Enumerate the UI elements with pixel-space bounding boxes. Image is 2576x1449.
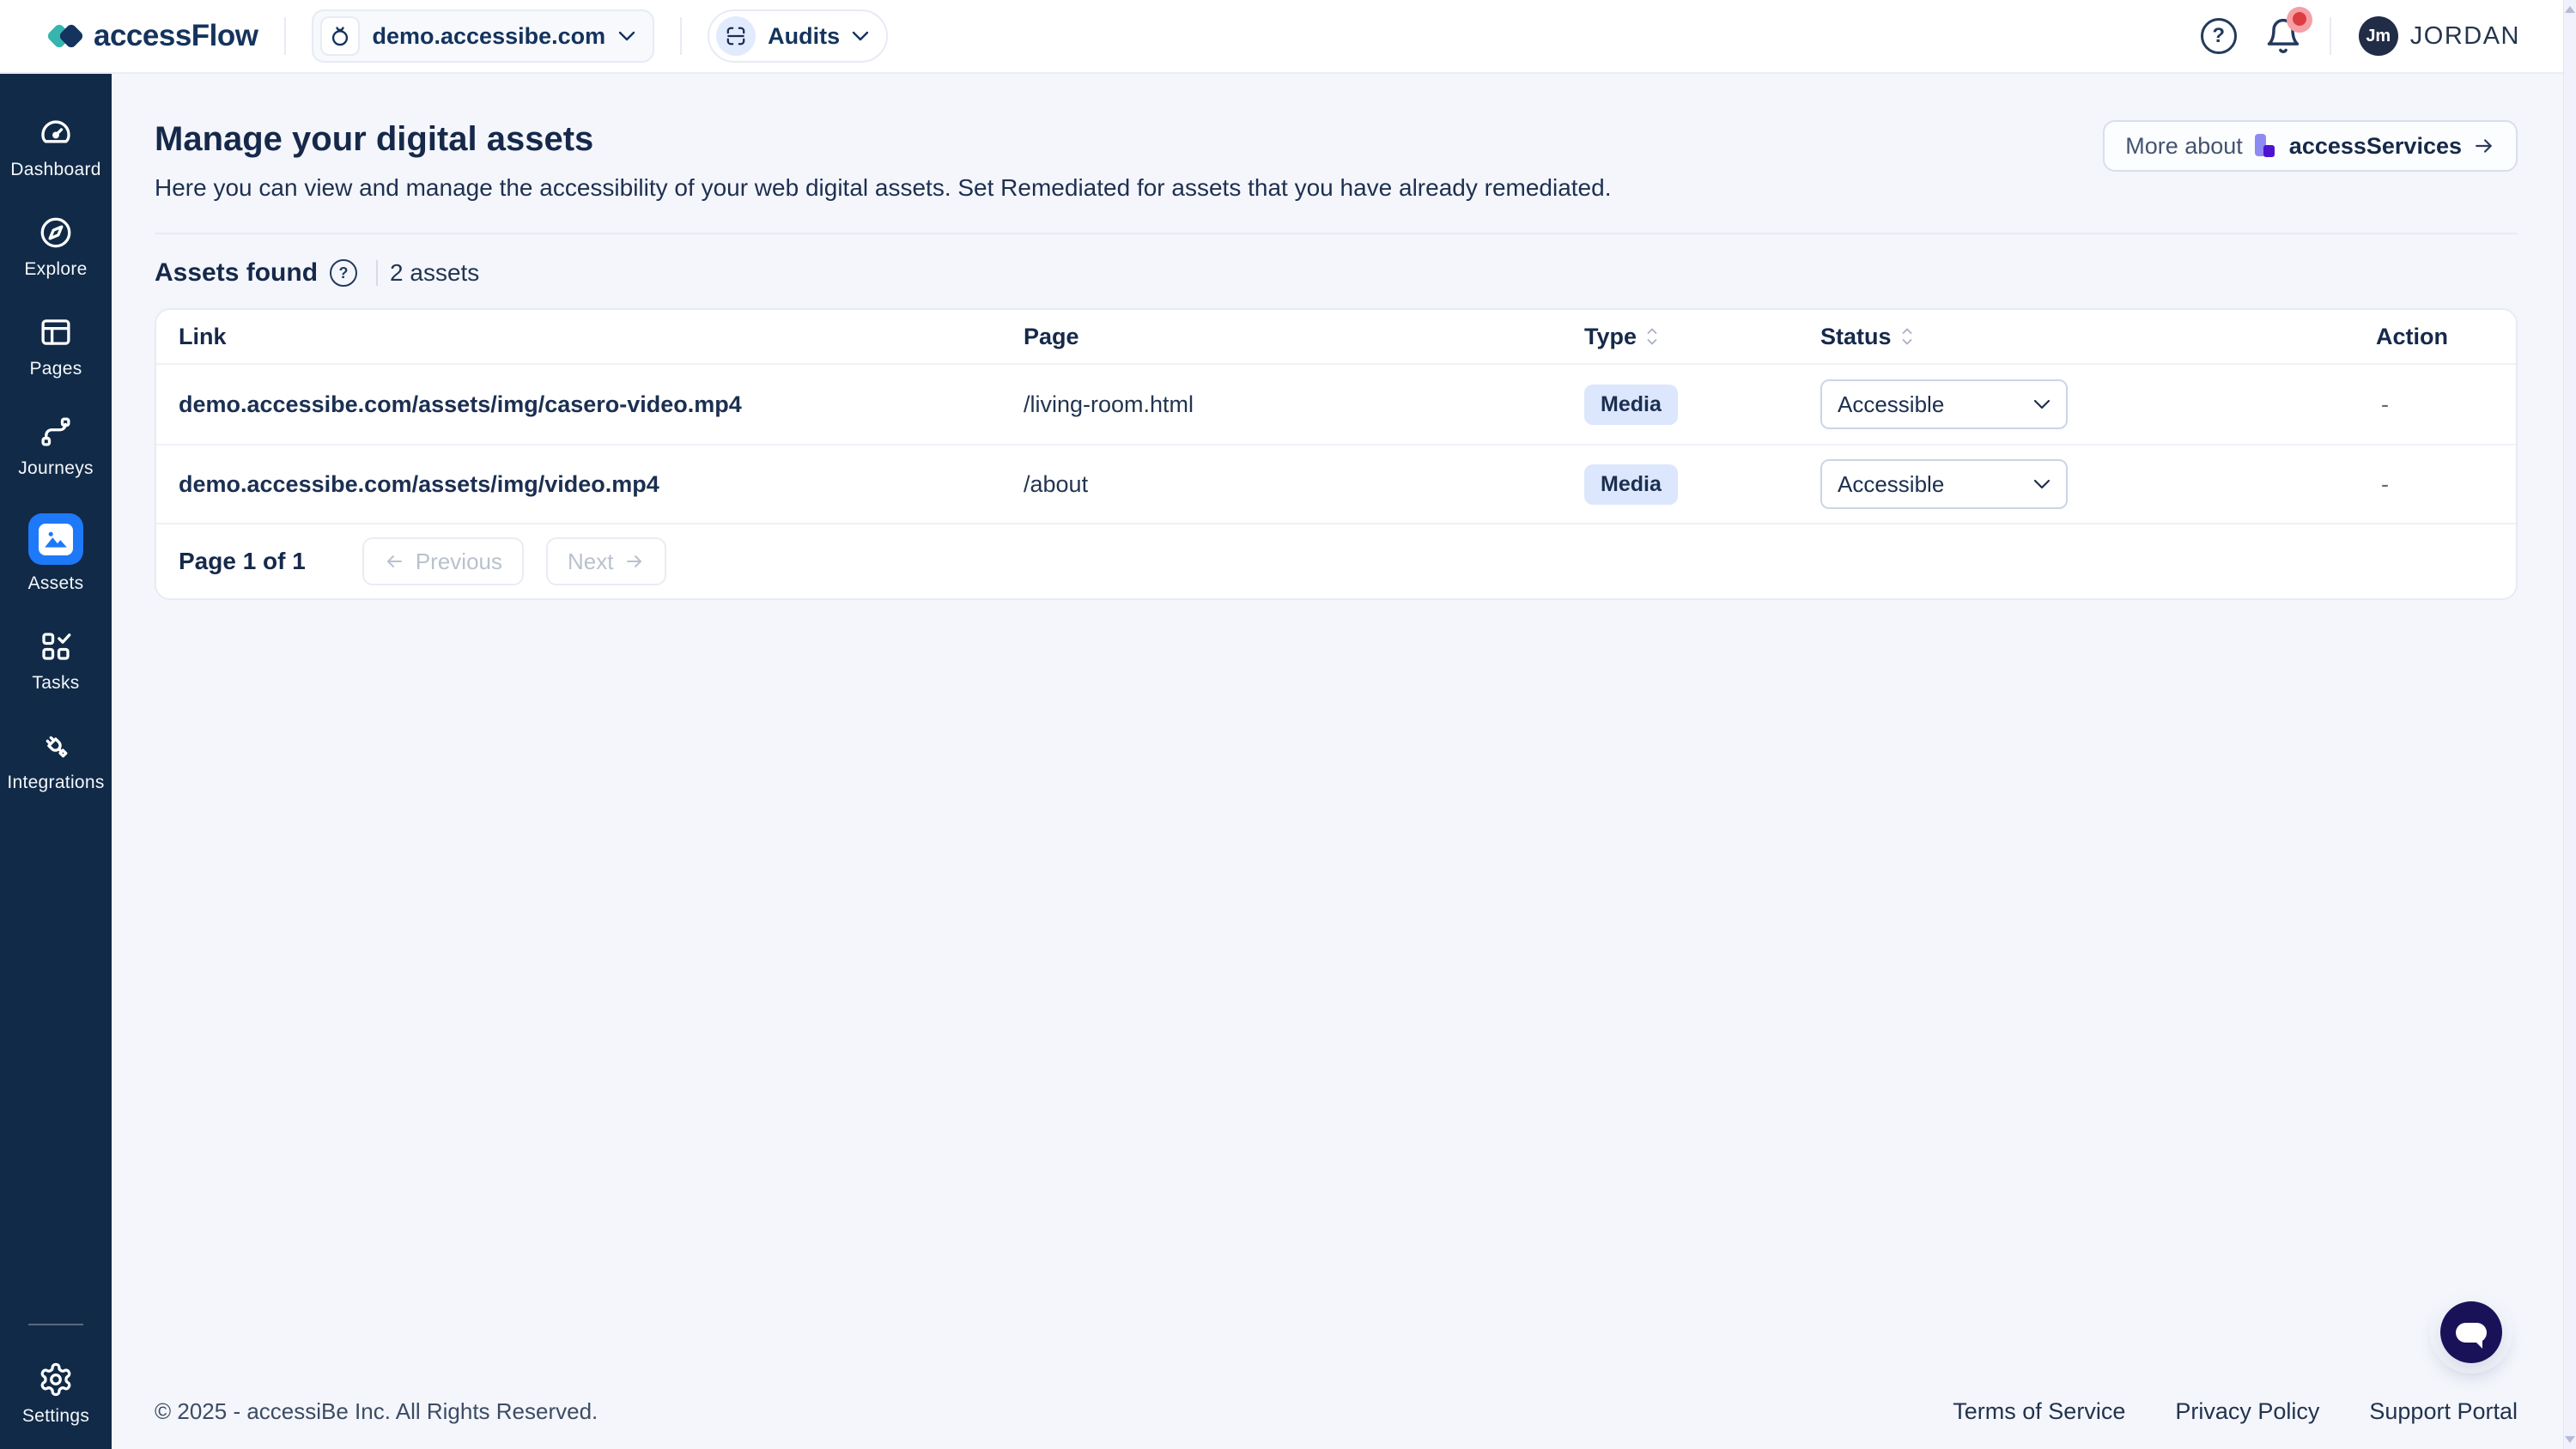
assets-icon: [28, 513, 83, 565]
tasks-icon: [38, 628, 74, 664]
column-header-type[interactable]: Type: [1584, 324, 1820, 350]
audits-scan-icon: [716, 16, 756, 56]
section-divider: [155, 233, 2518, 234]
user-name: JORDAN: [2410, 22, 2520, 51]
sidebar-item-pages[interactable]: Pages: [0, 314, 112, 379]
previous-page-button[interactable]: Previous: [362, 537, 524, 585]
sidebar-item-dashboard[interactable]: Dashboard: [0, 115, 112, 180]
scrollbar-down-arrow[interactable]: [2565, 1436, 2575, 1443]
sidebar: Dashboard Explore Pages: [0, 74, 112, 1449]
accessservices-logo-icon: [2254, 133, 2278, 159]
sidebar-item-settings[interactable]: Settings: [0, 1361, 112, 1427]
results-separator: [376, 260, 378, 286]
help-icon[interactable]: ?: [2201, 18, 2237, 54]
chevron-down-icon: [2033, 399, 2050, 409]
assets-table: Link Page Type Status Action demo.access…: [155, 308, 2518, 600]
main-content: Manage your digital assets Here you can …: [112, 74, 2563, 1449]
assets-found-help-icon[interactable]: ?: [330, 259, 357, 287]
more-about-brand: accessServices: [2289, 133, 2462, 160]
sort-icon: [1900, 326, 1914, 347]
site-selector-value: demo.accessibe.com: [373, 23, 606, 50]
chevron-down-icon: [618, 31, 635, 41]
table-row: demo.accessibe.com/assets/img/video.mp4 …: [156, 444, 2516, 523]
explore-icon: [38, 215, 74, 251]
type-badge: Media: [1584, 385, 1678, 425]
action-cell: -: [2376, 391, 2494, 418]
stopwatch-icon: [320, 16, 360, 56]
header-separator-3: [2330, 17, 2331, 55]
next-page-button[interactable]: Next: [546, 537, 666, 585]
assets-found-label: Assets found: [155, 258, 318, 288]
header-separator-2: [680, 17, 682, 55]
gear-icon: [38, 1361, 74, 1397]
sidebar-item-tasks[interactable]: Tasks: [0, 628, 112, 694]
sidebar-item-journeys[interactable]: Journeys: [0, 414, 112, 479]
journeys-icon: [38, 414, 74, 450]
footer-link-terms[interactable]: Terms of Service: [1953, 1398, 2125, 1425]
integrations-icon: [38, 728, 74, 764]
column-header-action: Action: [2376, 324, 2494, 350]
pagination: Page 1 of 1 Previous Next: [156, 523, 2516, 598]
notification-dot: [2293, 12, 2306, 26]
user-menu[interactable]: Jm JORDAN: [2359, 16, 2520, 56]
column-header-page: Page: [1024, 324, 1584, 350]
sidebar-item-explore[interactable]: Explore: [0, 215, 112, 280]
section-selector-value: Audits: [768, 23, 840, 50]
column-header-status[interactable]: Status: [1820, 324, 2376, 350]
dashboard-icon: [38, 115, 74, 151]
chat-bubble-icon: [2456, 1323, 2487, 1343]
more-about-accessservices-button[interactable]: More about accessServices: [2103, 120, 2518, 172]
table-row: demo.accessibe.com/assets/img/casero-vid…: [156, 365, 2516, 444]
arrow-left-icon: [384, 553, 404, 570]
scrollbar-up-arrow[interactable]: [2565, 6, 2575, 13]
pages-icon: [38, 314, 74, 350]
logo-mark-icon: [48, 20, 82, 52]
site-selector[interactable]: demo.accessibe.com: [312, 9, 655, 63]
chevron-down-icon: [852, 31, 869, 41]
app-logo[interactable]: accessFlow: [48, 19, 258, 53]
avatar: Jm: [2359, 16, 2398, 56]
app-header: accessFlow demo.accessibe.com Audits: [0, 0, 2563, 74]
type-badge: Media: [1584, 464, 1678, 505]
action-cell: -: [2376, 471, 2494, 498]
column-header-link: Link: [179, 324, 1024, 350]
arrow-right-icon: [624, 553, 645, 570]
status-select[interactable]: Accessible: [1820, 379, 2068, 429]
sort-icon: [1645, 326, 1659, 347]
footer-link-privacy[interactable]: Privacy Policy: [2175, 1398, 2319, 1425]
window-scrollbar[interactable]: [2563, 0, 2576, 1449]
page-description: Here you can view and manage the accessi…: [155, 174, 1611, 202]
copyright-text: © 2025 - accessiBe Inc. All Rights Reser…: [155, 1398, 598, 1425]
asset-link: demo.accessibe.com/assets/img/video.mp4: [179, 471, 1024, 498]
page-summary: Page 1 of 1: [179, 548, 306, 575]
section-selector-audits[interactable]: Audits: [708, 9, 888, 63]
status-select[interactable]: Accessible: [1820, 459, 2068, 509]
more-about-prefix: More about: [2125, 133, 2243, 160]
footer-link-support[interactable]: Support Portal: [2369, 1398, 2518, 1425]
chat-widget-button[interactable]: [2440, 1301, 2502, 1363]
asset-page: /about: [1024, 471, 1584, 498]
sidebar-item-integrations[interactable]: Integrations: [0, 728, 112, 793]
sidebar-divider: [28, 1324, 83, 1325]
asset-link: demo.accessibe.com/assets/img/casero-vid…: [179, 391, 1024, 418]
chevron-down-icon: [2033, 479, 2050, 489]
notifications-bell-icon[interactable]: [2264, 17, 2302, 55]
page-footer: © 2025 - accessiBe Inc. All Rights Reser…: [155, 1398, 2518, 1449]
sidebar-item-assets[interactable]: Assets: [0, 513, 112, 594]
table-header-row: Link Page Type Status Action: [156, 310, 2516, 365]
logo-text: accessFlow: [94, 19, 258, 53]
page-title: Manage your digital assets: [155, 120, 1611, 159]
asset-page: /living-room.html: [1024, 391, 1584, 418]
arrow-right-icon: [2473, 136, 2495, 155]
header-separator: [284, 17, 286, 55]
assets-count: 2 assets: [390, 259, 479, 287]
